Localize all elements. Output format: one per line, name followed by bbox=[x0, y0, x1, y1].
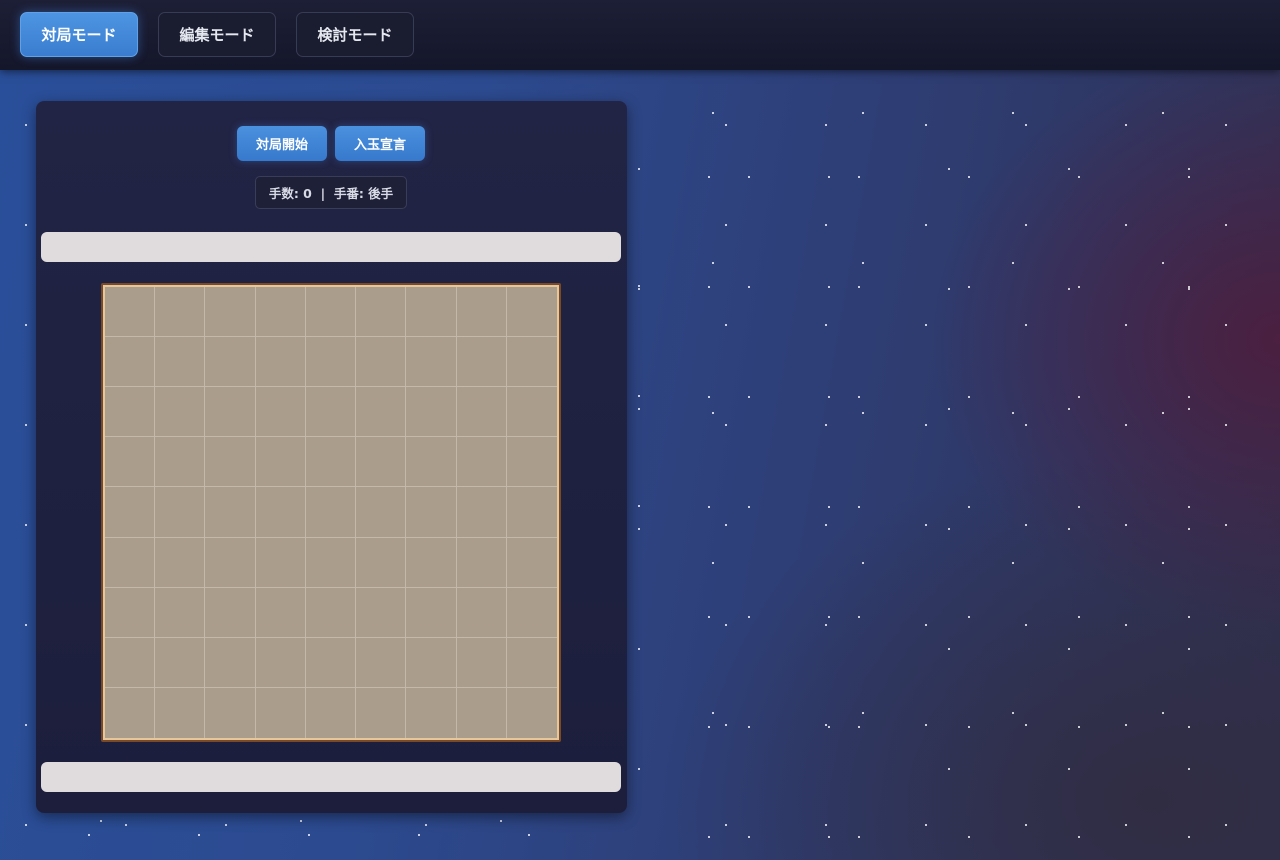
start-game-button[interactable]: 対局開始 bbox=[237, 126, 327, 161]
board-square[interactable] bbox=[305, 487, 357, 538]
board-grid bbox=[103, 285, 559, 740]
board-square[interactable] bbox=[406, 387, 457, 438]
board-square[interactable] bbox=[105, 587, 156, 638]
board-square[interactable] bbox=[205, 337, 256, 388]
board-square[interactable] bbox=[506, 437, 557, 488]
board-square[interactable] bbox=[205, 437, 256, 488]
board-square[interactable] bbox=[205, 687, 256, 738]
board-square[interactable] bbox=[356, 687, 407, 738]
board-square[interactable] bbox=[205, 637, 256, 688]
board-square[interactable] bbox=[356, 587, 407, 638]
board-square[interactable] bbox=[105, 387, 156, 438]
board-square[interactable] bbox=[205, 587, 256, 638]
opponent-hand-area[interactable] bbox=[41, 232, 621, 262]
board-square[interactable] bbox=[155, 587, 206, 638]
board-square[interactable] bbox=[506, 588, 557, 638]
board-square[interactable] bbox=[406, 337, 457, 388]
board-square[interactable] bbox=[456, 387, 507, 438]
board-square[interactable] bbox=[155, 537, 206, 588]
board-square[interactable] bbox=[356, 487, 407, 538]
board-square[interactable] bbox=[506, 337, 557, 388]
status-display: 手数: 0 | 手番: 後手 bbox=[255, 176, 407, 209]
board-square[interactable] bbox=[105, 637, 156, 688]
board-square[interactable] bbox=[255, 487, 306, 538]
board-square[interactable] bbox=[356, 387, 407, 438]
board-square[interactable] bbox=[356, 287, 407, 338]
board-square[interactable] bbox=[155, 687, 206, 738]
board-square[interactable] bbox=[255, 287, 306, 338]
board-square[interactable] bbox=[155, 387, 206, 438]
board-square[interactable] bbox=[205, 287, 256, 338]
board-square[interactable] bbox=[305, 537, 357, 588]
board-square[interactable] bbox=[356, 637, 407, 688]
board-square[interactable] bbox=[105, 437, 156, 488]
board-square[interactable] bbox=[356, 437, 407, 488]
board-square[interactable] bbox=[406, 587, 457, 638]
board-square[interactable] bbox=[155, 487, 206, 538]
board-square[interactable] bbox=[457, 687, 507, 738]
board-square[interactable] bbox=[456, 587, 507, 638]
board-square[interactable] bbox=[255, 537, 306, 588]
board-square[interactable] bbox=[155, 287, 206, 338]
board-square[interactable] bbox=[305, 337, 357, 388]
board-square[interactable] bbox=[456, 287, 507, 338]
board-square[interactable] bbox=[506, 538, 557, 588]
board-square[interactable] bbox=[406, 687, 457, 738]
mode-button-review[interactable]: 検討モード bbox=[296, 12, 414, 57]
board-square[interactable] bbox=[205, 537, 256, 588]
board-square[interactable] bbox=[507, 688, 557, 738]
board-square[interactable] bbox=[506, 487, 557, 538]
board-square[interactable] bbox=[255, 637, 306, 688]
board-square[interactable] bbox=[255, 337, 306, 388]
board-square[interactable] bbox=[105, 337, 156, 388]
board-square[interactable] bbox=[406, 287, 457, 338]
board-square[interactable] bbox=[456, 487, 507, 538]
board-square[interactable] bbox=[305, 387, 357, 438]
shogi-board bbox=[101, 283, 561, 742]
board-square[interactable] bbox=[306, 687, 357, 738]
mode-button-edit[interactable]: 編集モード bbox=[158, 12, 276, 57]
board-square[interactable] bbox=[155, 437, 206, 488]
board-square[interactable] bbox=[305, 587, 357, 638]
board-square[interactable] bbox=[406, 437, 457, 488]
board-square[interactable] bbox=[205, 387, 256, 438]
board-square[interactable] bbox=[356, 537, 407, 588]
board-square[interactable] bbox=[305, 637, 357, 688]
board-square[interactable] bbox=[255, 587, 306, 638]
mode-button-play[interactable]: 対局モード bbox=[20, 12, 138, 57]
board-square[interactable] bbox=[105, 287, 156, 338]
board-square[interactable] bbox=[205, 487, 256, 538]
board-square[interactable] bbox=[506, 387, 557, 438]
board-square[interactable] bbox=[406, 637, 457, 688]
board-square[interactable] bbox=[456, 437, 507, 488]
board-square[interactable] bbox=[356, 337, 407, 388]
board-square[interactable] bbox=[456, 337, 507, 388]
board-square[interactable] bbox=[255, 437, 306, 488]
game-panel: 対局開始 入玉宣言 手数: 0 | 手番: 後手 bbox=[36, 101, 627, 813]
board-square[interactable] bbox=[105, 487, 156, 538]
board-square[interactable] bbox=[456, 637, 507, 688]
declare-king-entry-button[interactable]: 入玉宣言 bbox=[335, 126, 425, 161]
board-square[interactable] bbox=[406, 487, 457, 538]
board-square[interactable] bbox=[456, 537, 507, 588]
board-square[interactable] bbox=[406, 537, 457, 588]
board-square[interactable] bbox=[256, 687, 306, 738]
board-square[interactable] bbox=[305, 287, 357, 338]
board-square[interactable] bbox=[105, 687, 156, 738]
board-square[interactable] bbox=[506, 638, 557, 688]
mode-toolbar: 対局モード 編集モード 検討モード bbox=[0, 0, 1280, 70]
board-square[interactable] bbox=[155, 337, 206, 388]
board-square[interactable] bbox=[506, 287, 557, 338]
board-square[interactable] bbox=[305, 437, 357, 488]
board-square[interactable] bbox=[155, 637, 206, 688]
player-hand-area[interactable] bbox=[41, 762, 621, 792]
board-square[interactable] bbox=[255, 387, 306, 438]
board-square[interactable] bbox=[105, 537, 156, 588]
